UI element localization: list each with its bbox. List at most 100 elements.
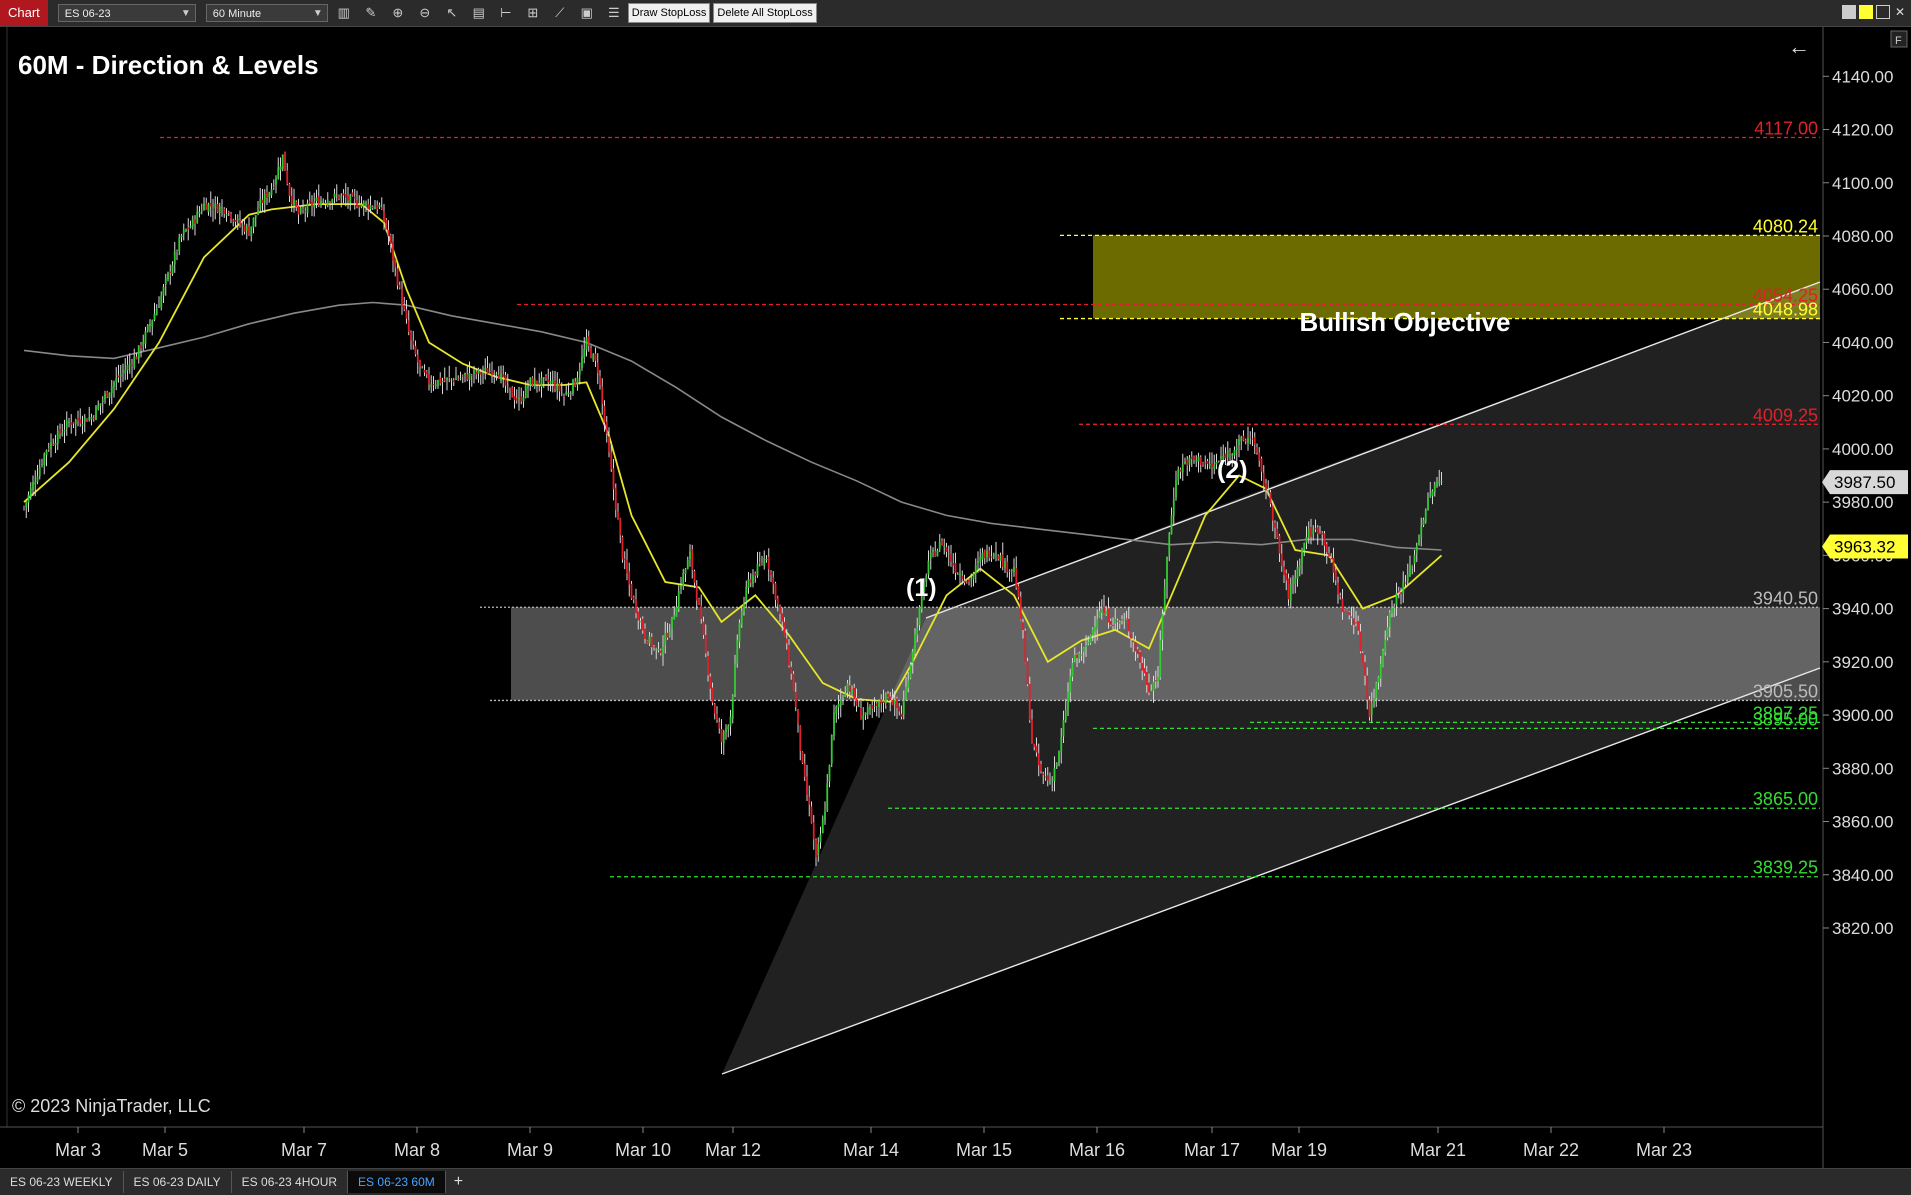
candle-body — [974, 565, 977, 574]
candle-body — [423, 369, 426, 373]
candle-body — [1229, 452, 1231, 454]
candle-body — [547, 379, 550, 383]
candle-body — [164, 278, 167, 285]
candle-body — [506, 385, 509, 387]
candle-body — [1139, 651, 1141, 663]
candle-body — [387, 229, 390, 236]
restore-icon[interactable] — [1842, 5, 1856, 19]
candle-body — [1008, 570, 1011, 572]
candle-body — [493, 372, 496, 374]
candle-body — [347, 195, 349, 201]
candle-body — [1278, 535, 1281, 554]
candle-body — [1406, 574, 1409, 582]
candle-body — [331, 199, 334, 203]
candle-body — [500, 373, 502, 381]
candle-body — [324, 203, 327, 205]
candle-body — [1271, 505, 1274, 521]
tab-60m[interactable]: ES 06-23 60M — [348, 1171, 446, 1193]
candle-body — [997, 555, 1000, 559]
candle-body — [1373, 698, 1375, 703]
zoom-in-icon[interactable]: ⊕ — [387, 3, 409, 23]
candle-body — [104, 393, 106, 400]
candle-body — [68, 421, 70, 423]
candle-body — [254, 215, 257, 218]
pencil-icon[interactable]: ✎ — [360, 3, 382, 23]
candle-body — [1319, 532, 1321, 534]
candle-body — [468, 372, 471, 380]
candle-body — [959, 573, 961, 576]
candle-body — [376, 204, 379, 210]
candle-body — [1053, 768, 1056, 782]
tab-weekly[interactable]: ES 06-23 WEEKLY — [0, 1171, 124, 1193]
x-tick-label: Mar 9 — [507, 1140, 553, 1160]
candle-body — [855, 697, 858, 706]
candle-body — [1251, 438, 1254, 440]
candle-body — [612, 468, 615, 490]
draw-stoploss-button[interactable]: Draw StopLoss — [627, 3, 711, 23]
y-tick-label: 3820.00 — [1832, 919, 1893, 938]
indicators-icon[interactable]: ⊢ — [495, 3, 517, 23]
zoom-out-icon[interactable]: ⊖ — [414, 3, 436, 23]
tab-4hour[interactable]: ES 06-23 4HOUR — [232, 1171, 349, 1193]
candle-body — [648, 636, 651, 644]
candle-body — [1042, 773, 1045, 775]
candle-body — [1292, 581, 1294, 584]
last-price-label: 3987.50 — [1834, 473, 1895, 492]
candle-body — [659, 650, 662, 654]
data-box-icon[interactable]: ▤ — [468, 3, 490, 23]
candle-body — [1436, 481, 1438, 486]
chart-panel[interactable]: 4140.00 4120.00 4100.00 4080.00 4060.00 4040.… — [0, 27, 1911, 1168]
chart-tab[interactable]: Chart — [0, 0, 48, 26]
candle-body — [1134, 641, 1137, 652]
candle-body — [169, 271, 172, 274]
bar-type-icon[interactable]: ▥ — [333, 3, 355, 23]
back-arrow-icon[interactable]: ← — [1788, 34, 1810, 59]
candle-body — [947, 553, 950, 555]
panel-f-label: F — [1895, 35, 1902, 47]
candle-body — [1213, 464, 1216, 469]
candle-body — [1206, 461, 1209, 464]
price-chart[interactable]: 4140.00 4120.00 4100.00 4080.00 4060.00 4040.… — [0, 27, 1911, 1168]
candle-body — [277, 167, 280, 179]
candle-body — [700, 605, 703, 619]
candle-body — [605, 421, 608, 434]
candle-body — [551, 379, 554, 384]
candle-body — [929, 552, 932, 559]
pointer-icon[interactable]: ↖ — [441, 3, 463, 23]
add-tab-button[interactable]: + — [446, 1173, 471, 1191]
instrument-select[interactable]: ES 06-23 ▼ — [57, 4, 196, 22]
level-label: 4080.24 — [1753, 216, 1818, 236]
candle-body — [1346, 609, 1348, 611]
candle-body — [414, 345, 417, 355]
drawing-tools-icon[interactable]: ⟋ — [549, 3, 571, 23]
x-tick-label: Mar 16 — [1069, 1140, 1125, 1160]
candle-body — [203, 203, 205, 210]
candle-body — [421, 367, 424, 369]
candle-body — [1296, 567, 1299, 579]
strategies-icon[interactable]: ⊞ — [522, 3, 544, 23]
tab-daily[interactable]: ES 06-23 DAILY — [124, 1171, 232, 1193]
candle-body — [56, 430, 59, 445]
candle-body — [905, 686, 907, 700]
candle-body — [680, 585, 682, 589]
candle-body — [675, 606, 678, 617]
properties-icon[interactable]: ▣ — [576, 3, 598, 23]
maximize-icon[interactable] — [1876, 5, 1890, 19]
candle-body — [477, 369, 480, 374]
candle-body — [779, 606, 781, 614]
list-icon[interactable]: ☰ — [603, 3, 625, 23]
candle-body — [178, 237, 181, 252]
candle-body — [1334, 570, 1337, 581]
candle-body — [77, 417, 79, 421]
interval-select[interactable]: 60 Minute ▼ — [205, 4, 328, 22]
candle-body — [1022, 622, 1024, 631]
candle-body — [918, 606, 921, 626]
candle-body — [729, 716, 732, 727]
candle-body — [639, 620, 642, 623]
highlight-icon[interactable] — [1859, 5, 1873, 19]
candle-body — [776, 597, 779, 605]
close-icon[interactable]: ✕ — [1893, 5, 1907, 19]
delete-all-stoploss-button[interactable]: Delete All StopLoss — [713, 3, 817, 23]
candle-body — [1157, 676, 1159, 682]
candle-body — [1433, 484, 1436, 493]
